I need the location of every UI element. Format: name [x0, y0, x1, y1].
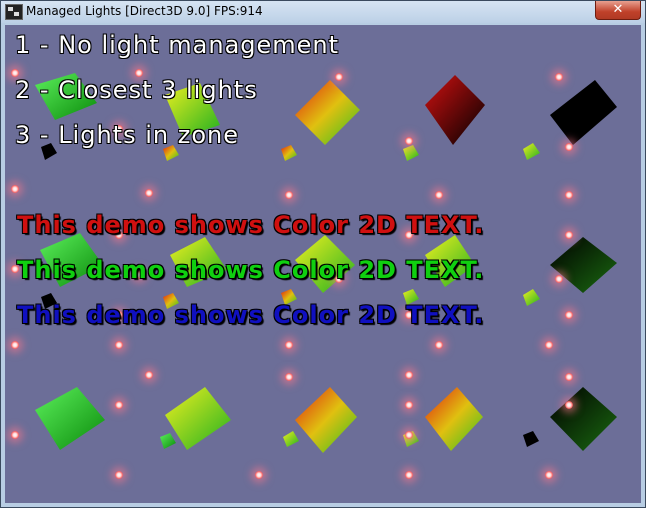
close-icon: ✕ — [612, 2, 624, 17]
light-glow — [565, 191, 573, 199]
light-glow — [115, 401, 123, 409]
app-window: Managed Lights [Direct3D 9.0] FPS:914 ✕ — [0, 0, 646, 508]
cube-14 — [425, 387, 483, 451]
light-glow — [255, 471, 263, 479]
cube-10 — [550, 237, 617, 293]
light-glow — [405, 431, 413, 439]
demo-text-red: This demo shows Color 2D TEXT. — [17, 211, 485, 239]
small-cube-11 — [160, 433, 176, 449]
light-glow — [405, 137, 413, 145]
small-cube-5 — [523, 143, 540, 160]
light-glow — [565, 373, 573, 381]
cube-4 — [425, 75, 485, 145]
light-glow — [285, 373, 293, 381]
cube-3 — [295, 80, 360, 145]
light-glow — [565, 311, 573, 319]
light-glow — [435, 341, 443, 349]
cube-15 — [550, 387, 617, 451]
small-cube-10 — [523, 289, 540, 306]
light-glow — [115, 471, 123, 479]
render-viewport[interactable]: 1 - No light management 2 - Closest 3 li… — [5, 25, 641, 503]
light-glow — [11, 185, 19, 193]
menu-option-3: 3 - Lights in zone — [15, 121, 239, 149]
cube-13 — [295, 387, 357, 453]
demo-text-green: This demo shows Color 2D TEXT. — [17, 256, 485, 284]
light-glow — [11, 431, 19, 439]
small-cube-14 — [523, 431, 539, 447]
light-glow — [405, 401, 413, 409]
demo-text-blue: This demo shows Color 2D TEXT. — [17, 301, 485, 329]
light-glow — [145, 189, 153, 197]
light-glow — [285, 191, 293, 199]
app-icon — [5, 4, 23, 20]
light-glow — [335, 73, 343, 81]
light-glow — [405, 371, 413, 379]
light-glow — [11, 341, 19, 349]
light-glow — [565, 143, 573, 151]
small-cube-12 — [283, 431, 299, 447]
cube-5 — [550, 80, 617, 145]
small-cube-4 — [403, 145, 419, 161]
cube-11 — [35, 387, 105, 450]
light-glow — [555, 73, 563, 81]
menu-option-2: 2 - Closest 3 lights — [15, 76, 258, 104]
light-glow — [405, 471, 413, 479]
light-glow — [555, 275, 563, 283]
title-bar[interactable]: Managed Lights [Direct3D 9.0] FPS:914 ✕ — [1, 1, 645, 23]
light-glow — [565, 401, 573, 409]
close-button[interactable]: ✕ — [595, 1, 641, 20]
cube-12 — [165, 387, 231, 450]
light-glow — [145, 371, 153, 379]
light-glow — [545, 471, 553, 479]
window-title: Managed Lights [Direct3D 9.0] FPS:914 — [26, 4, 263, 18]
light-glow — [285, 341, 293, 349]
menu-option-1: 1 - No light management — [15, 31, 340, 59]
light-glow — [545, 341, 553, 349]
light-glow — [435, 191, 443, 199]
light-glow — [115, 341, 123, 349]
small-cube-3 — [281, 145, 297, 161]
light-glow — [565, 231, 573, 239]
